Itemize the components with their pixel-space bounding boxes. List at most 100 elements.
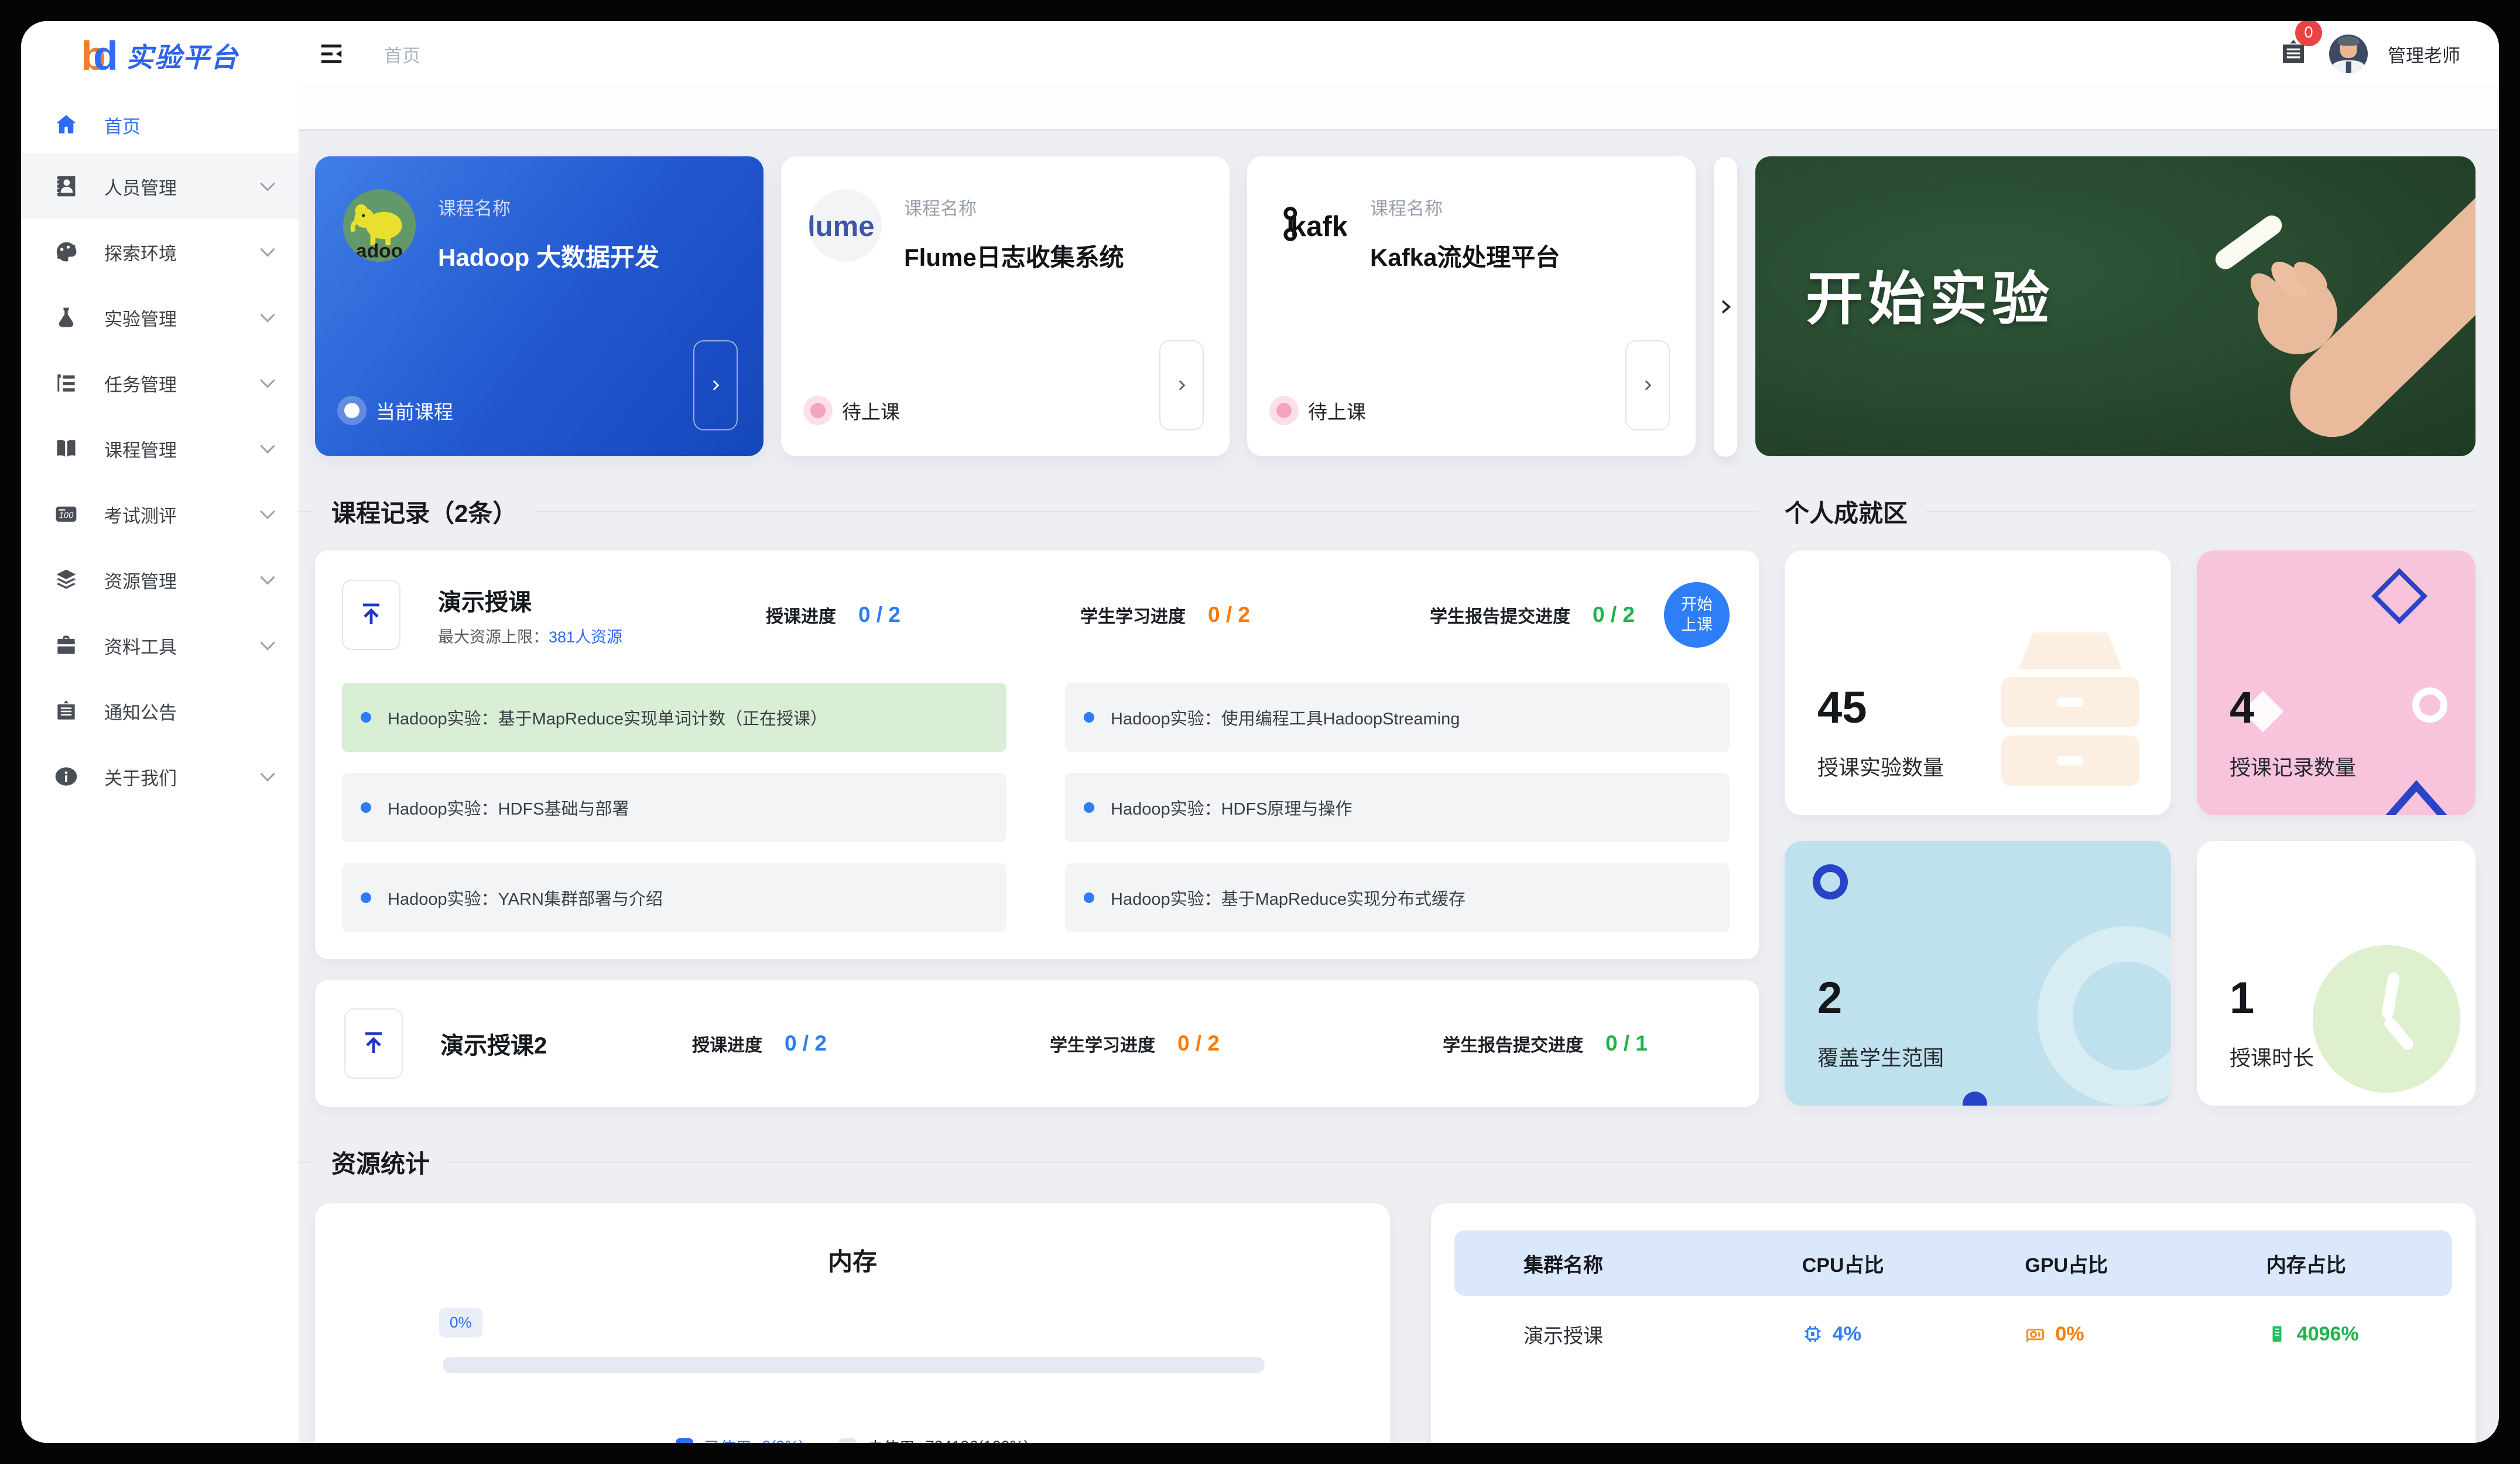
- cluster-table-header: 集群名称 CPU占比 GPU占比 内存占比: [1454, 1230, 2452, 1296]
- experiment-item[interactable]: Hadoop实验：基于MapReduce实现分布式缓存: [1065, 863, 1730, 932]
- divider: [1925, 511, 2476, 512]
- records-section-header: 课程记录（2条）: [315, 494, 1759, 529]
- sidebar-item-label: 资源管理: [104, 567, 177, 593]
- memory-progress-bar: [443, 1357, 1265, 1373]
- record-resource-limit: 最大资源上限：381人资源: [438, 624, 766, 647]
- divider: [447, 1162, 2476, 1163]
- chevron-down-icon: [260, 307, 275, 322]
- metric-report-submission: 学生报告提交进度 0 / 1: [1443, 1031, 1648, 1056]
- sidebar-item-label: 任务管理: [104, 370, 177, 396]
- course-card-kafka[interactable]: kafk 课程名称 Kafka流处理平台 待上课: [1247, 156, 1696, 456]
- record-header: 演示授课 最大资源上限：381人资源 授课进度 0 / 2 学生学习进: [342, 580, 1730, 650]
- stat-label: 授课时长: [2230, 1041, 2314, 1072]
- bullet-dot: [1084, 892, 1094, 903]
- screenshot-stage: bd 实验平台 首页 人员管理 探索环: [0, 0, 2520, 1464]
- legend-free[interactable]: 未使用 724196(100%): [839, 1435, 1029, 1443]
- clock-icon: [2313, 945, 2460, 1093]
- stat-label: 授课记录数量: [2230, 751, 2356, 781]
- achievement-card-duration: 1 授课时长: [2197, 841, 2476, 1106]
- chevron-ornament-icon: [2372, 779, 2460, 815]
- stat-value: 4: [2230, 682, 2254, 733]
- start-experiment-banner[interactable]: 开始实验: [1755, 156, 2476, 456]
- notice-board-icon: [53, 697, 80, 724]
- chevron-down-icon: [260, 767, 275, 781]
- chevron-down-icon: [260, 176, 275, 191]
- app-window: bd 实验平台 首页 人员管理 探索环: [21, 21, 2499, 1443]
- course-card-hadoop[interactable]: adoo 课程名称 Hadoop 大数据开发 当前课程: [315, 156, 763, 456]
- sidebar-item-tools[interactable]: 资料工具: [21, 613, 299, 678]
- course-arrow-button[interactable]: [1159, 340, 1204, 430]
- course-status: 当前课程: [344, 396, 453, 425]
- chevron-down-icon: [260, 242, 275, 256]
- palette-icon: [53, 238, 80, 265]
- sidebar-item-about[interactable]: 关于我们: [21, 744, 299, 809]
- sidebar-item-experiments[interactable]: 实验管理: [21, 285, 299, 350]
- breadcrumb[interactable]: 首页: [384, 41, 420, 67]
- svg-text:lume: lume: [809, 211, 875, 242]
- sidebar-item-courses[interactable]: 课程管理: [21, 416, 299, 481]
- stat-label: 授课实验数量: [1817, 751, 1944, 781]
- course-name: Kafka流处理平台: [1370, 238, 1560, 273]
- achievements-section-title: 个人成就区: [1785, 494, 1908, 529]
- sidebar-item-label: 人员管理: [104, 173, 177, 200]
- resource-limit-link[interactable]: 381人资源: [549, 628, 622, 646]
- experiment-item[interactable]: Hadoop实验：YARN集群部署与介绍: [342, 863, 1006, 932]
- course-card-flume[interactable]: lume 课程名称 Flume日志收集系统 待上课: [781, 156, 1230, 456]
- record-card-1: 演示授课 最大资源上限：381人资源 授课进度 0 / 2 学生学习进: [315, 550, 1759, 959]
- metric-report-submission: 学生报告提交进度 0 / 2: [1430, 602, 1635, 628]
- records-column: 课程记录（2条） 演示授课 最大资源上限：381人资源: [315, 456, 1759, 1107]
- sidebar-item-personnel[interactable]: 人员管理: [21, 153, 299, 219]
- sidebar-item-explore[interactable]: 探索环境: [21, 219, 299, 285]
- sidebar-item-home[interactable]: 首页: [21, 96, 299, 153]
- divider: [535, 511, 1759, 512]
- start-class-button[interactable]: 开始上课: [1664, 582, 1730, 648]
- chalk-hand-illustration: [2107, 193, 2476, 456]
- avatar-hair: [2338, 36, 2360, 46]
- record-title: 演示授课2: [440, 1027, 692, 1061]
- sidebar-item-label: 探索环境: [104, 239, 177, 265]
- status-dot: [810, 403, 826, 418]
- archive-icon: [2001, 632, 2139, 794]
- bullet-dot: [361, 892, 371, 903]
- memory-legend: 已使用 0(0%) 未使用 724196(100%): [315, 1435, 1390, 1443]
- memory-icon: [2266, 1323, 2288, 1345]
- legend-used[interactable]: 已使用 0(0%): [676, 1435, 804, 1443]
- sidebar-item-resources[interactable]: 资源管理: [21, 547, 299, 613]
- course-name: Hadoop 大数据开发: [438, 238, 659, 273]
- upload-button[interactable]: [342, 580, 400, 650]
- dot-icon: [1963, 1092, 1987, 1106]
- experiment-list: Hadoop实验：基于MapReduce实现单词计数（正在授课） Hadoop实…: [342, 683, 1730, 932]
- sidebar-item-notices[interactable]: 通知公告: [21, 678, 299, 744]
- metric-teaching-progress: 授课进度 0 / 2: [766, 602, 901, 628]
- course-cards-row: adoo 课程名称 Hadoop 大数据开发 当前课程: [315, 156, 2476, 456]
- tasks-icon: [53, 370, 80, 396]
- notification-icon[interactable]: 0: [2278, 37, 2309, 71]
- course-arrow-button[interactable]: [1625, 340, 1670, 430]
- svg-text:adoo: adoo: [356, 240, 403, 262]
- avatar[interactable]: [2329, 35, 2368, 73]
- course-arrow-button[interactable]: [693, 340, 738, 430]
- col-memory: 内存占比: [2266, 1249, 2452, 1278]
- sidebar-item-label: 实验管理: [104, 305, 177, 331]
- experiment-item[interactable]: Hadoop实验：HDFS基础与部署: [342, 773, 1006, 842]
- bullet-dot: [1084, 802, 1094, 813]
- sidebar-collapse-icon[interactable]: [316, 39, 347, 69]
- status-dot: [344, 403, 359, 418]
- cell-gpu: 0%: [2025, 1323, 2266, 1346]
- metric-teaching-progress: 授课进度 0 / 2: [692, 1031, 827, 1056]
- bullet-dot: [361, 802, 371, 813]
- user-name[interactable]: 管理老师: [2388, 41, 2460, 67]
- experiment-item[interactable]: Hadoop实验：使用编程工具HadoopStreaming: [1065, 683, 1730, 752]
- sidebar-item-exams[interactable]: 100 考试测评: [21, 481, 299, 547]
- experiment-item[interactable]: Hadoop实验：基于MapReduce实现单词计数（正在授课）: [342, 683, 1006, 752]
- experiment-item[interactable]: Hadoop实验：HDFS原理与操作: [1065, 773, 1730, 842]
- carousel-next-button[interactable]: [1713, 156, 1738, 457]
- hadoop-logo: adoo: [343, 189, 416, 262]
- exam-score-icon: 100: [53, 501, 80, 528]
- cpu-icon: [1802, 1323, 1823, 1345]
- topbar-substrip: [299, 87, 2499, 131]
- record-title: 演示授课: [438, 583, 766, 617]
- sidebar-item-tasks[interactable]: 任务管理: [21, 350, 299, 416]
- upload-button[interactable]: [344, 1008, 403, 1079]
- brand-name: 实验平台: [126, 36, 239, 75]
